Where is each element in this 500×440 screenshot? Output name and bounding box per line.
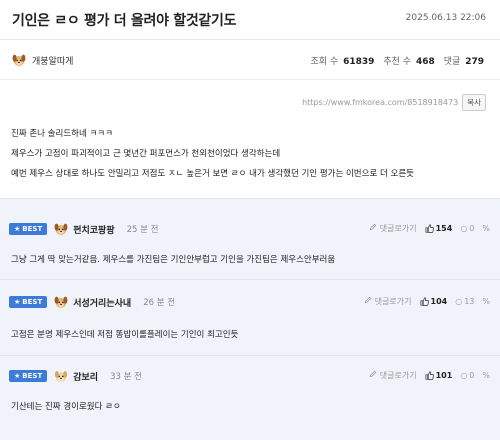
views-stat: 조회 수 61839 [311,54,375,67]
comment-header: ★ BEST 펀치코팡팡 25 분 전 [9,221,159,237]
post-body: 진짜 존나 솔리드하네 ㅋㅋㅋ 제우스가 고점이 파괴적이고 근 몇년간 퍼포먼… [11,124,491,184]
upvote-count: 104 [430,297,448,306]
upvote-button[interactable]: 154 [425,224,453,233]
downvote-button[interactable]: ○ 0 [460,371,474,380]
url-row: https://www.fmkorea.com/8518918473 복사 [302,94,486,111]
best-badge: ★ BEST [9,223,48,235]
star-icon: ★ [14,225,21,233]
best-badge-label: BEST [22,298,43,306]
best-badge-label: BEST [22,372,43,380]
comments-count: 279 [465,57,484,67]
recommend-label: 추천 수 [383,57,412,67]
comment-time: 26 분 전 [143,298,176,308]
thumbs-up-icon [425,371,434,380]
comment-divider [0,279,500,280]
circle-icon: ○ [460,224,468,233]
best-badge: ★ BEST [9,296,48,308]
dog-face-icon [11,52,27,68]
circle-icon: ○ [460,371,468,380]
reply-link[interactable]: 댓글로가기 [369,370,417,381]
comment-text: 기산테는 진짜 경이로웠다 ㄹㅇ [11,402,121,412]
comment-author[interactable]: 서성거리는사내 [73,296,131,309]
comment-time: 33 분 전 [110,372,142,382]
comment-actions: 댓글로가기 104 ○ 13 % [364,296,490,307]
comments-label: 댓글 [443,57,461,67]
downvote-count: 13 [464,297,475,306]
dog-face-icon [53,294,69,310]
reply-link[interactable]: 댓글로가기 [364,296,412,307]
reply-label: 댓글로가기 [379,224,417,233]
comment-actions: 댓글로가기 101 ○ 0 % [369,370,490,381]
comment-text: 그냥 그게 딱 맞는거같음. 제우스를 가진팀은 기인안부럽고 기인을 가진팀은… [11,255,336,265]
thumbs-up-icon [420,297,429,306]
body-line: 제우스가 고점이 파괴적이고 근 몇년간 퍼포먼스가 천외천이었다 생각하는데 [11,149,281,159]
thumbs-up-icon [425,224,434,233]
views-count: 61839 [343,57,375,67]
author-info[interactable]: 개붕알따게 [11,52,73,68]
percent-icon[interactable]: % [482,371,490,380]
reply-label: 댓글로가기 [374,297,412,306]
best-badge-label: BEST [22,225,43,233]
post-stats: 조회 수 61839 추천 수 468 댓글 279 [311,54,485,67]
star-icon: ★ [14,372,21,380]
copy-url-button[interactable]: 복사 [462,94,486,111]
post-date: 2025.06.13 22:06 [405,13,486,23]
comment-header: ★ BEST 서성거리는사내 26 분 전 [9,294,175,310]
pencil-icon [369,223,377,231]
best-badge: ★ BEST [9,370,48,382]
post-title: 기인은 ㄹㅇ 평가 더 올려야 할것같기도 [12,13,237,29]
post-header: 기인은 ㄹㅇ 평가 더 올려야 할것같기도 2025.06.13 22:06 [0,0,500,40]
post-page: 기인은 ㄹㅇ 평가 더 올려야 할것같기도 2025.06.13 22:06 개… [0,0,500,440]
star-icon: ★ [14,298,21,306]
comment-header: ★ BEST 감보리 33 분 전 [9,368,142,384]
comment-text: 고점은 분명 제우스인데 저점 똥밥이롤플레이는 기인이 최고인듯 [11,330,239,340]
comment-time: 25 분 전 [126,225,159,235]
recommend-stat: 추천 수 468 [383,54,434,67]
comment-divider [0,355,500,356]
downvote-count: 0 [469,224,475,233]
comment-actions: 댓글로가기 154 ○ 0 % [369,223,490,234]
downvote-button[interactable]: ○ 0 [460,224,474,233]
dog-face-icon [53,368,69,384]
dog-face-icon [53,221,69,237]
upvote-button[interactable]: 104 [420,297,448,306]
pencil-icon [369,370,377,378]
recommend-count: 468 [415,57,435,67]
upvote-button[interactable]: 101 [425,371,453,380]
best-comments-section: ★ BEST 펀치코팡팡 25 분 전 댓글로가기 154 ○ 0 % 그냥 그게 … [0,198,500,440]
author-name[interactable]: 개붕알따게 [32,54,73,67]
downvote-button[interactable]: ○ 13 [455,297,474,306]
percent-icon[interactable]: % [482,297,490,306]
upvote-count: 154 [435,224,453,233]
upvote-count: 101 [435,371,453,380]
circle-icon: ○ [455,297,463,306]
reply-label: 댓글로가기 [379,371,417,380]
pencil-icon [364,296,372,304]
reply-link[interactable]: 댓글로가기 [369,223,417,234]
body-line: 예번 제우스 상대로 하나도 안밀리고 저점도 ㅈㄴ 높은거 보면 ㄹㅇ 내가 … [11,169,414,179]
comment-author[interactable]: 펀치코팡팡 [73,223,114,236]
comments-stat[interactable]: 댓글 279 [444,54,484,67]
comment-author[interactable]: 감보리 [73,370,98,383]
downvote-count: 0 [469,371,475,380]
percent-icon[interactable]: % [482,224,490,233]
post-url[interactable]: https://www.fmkorea.com/8518918473 [302,98,458,107]
body-line: 진짜 존나 솔리드하네 ㅋㅋㅋ [11,129,113,139]
views-label: 조회 수 [310,57,339,67]
post-meta: 개붕알따게 조회 수 61839 추천 수 468 댓글 279 [0,40,500,80]
